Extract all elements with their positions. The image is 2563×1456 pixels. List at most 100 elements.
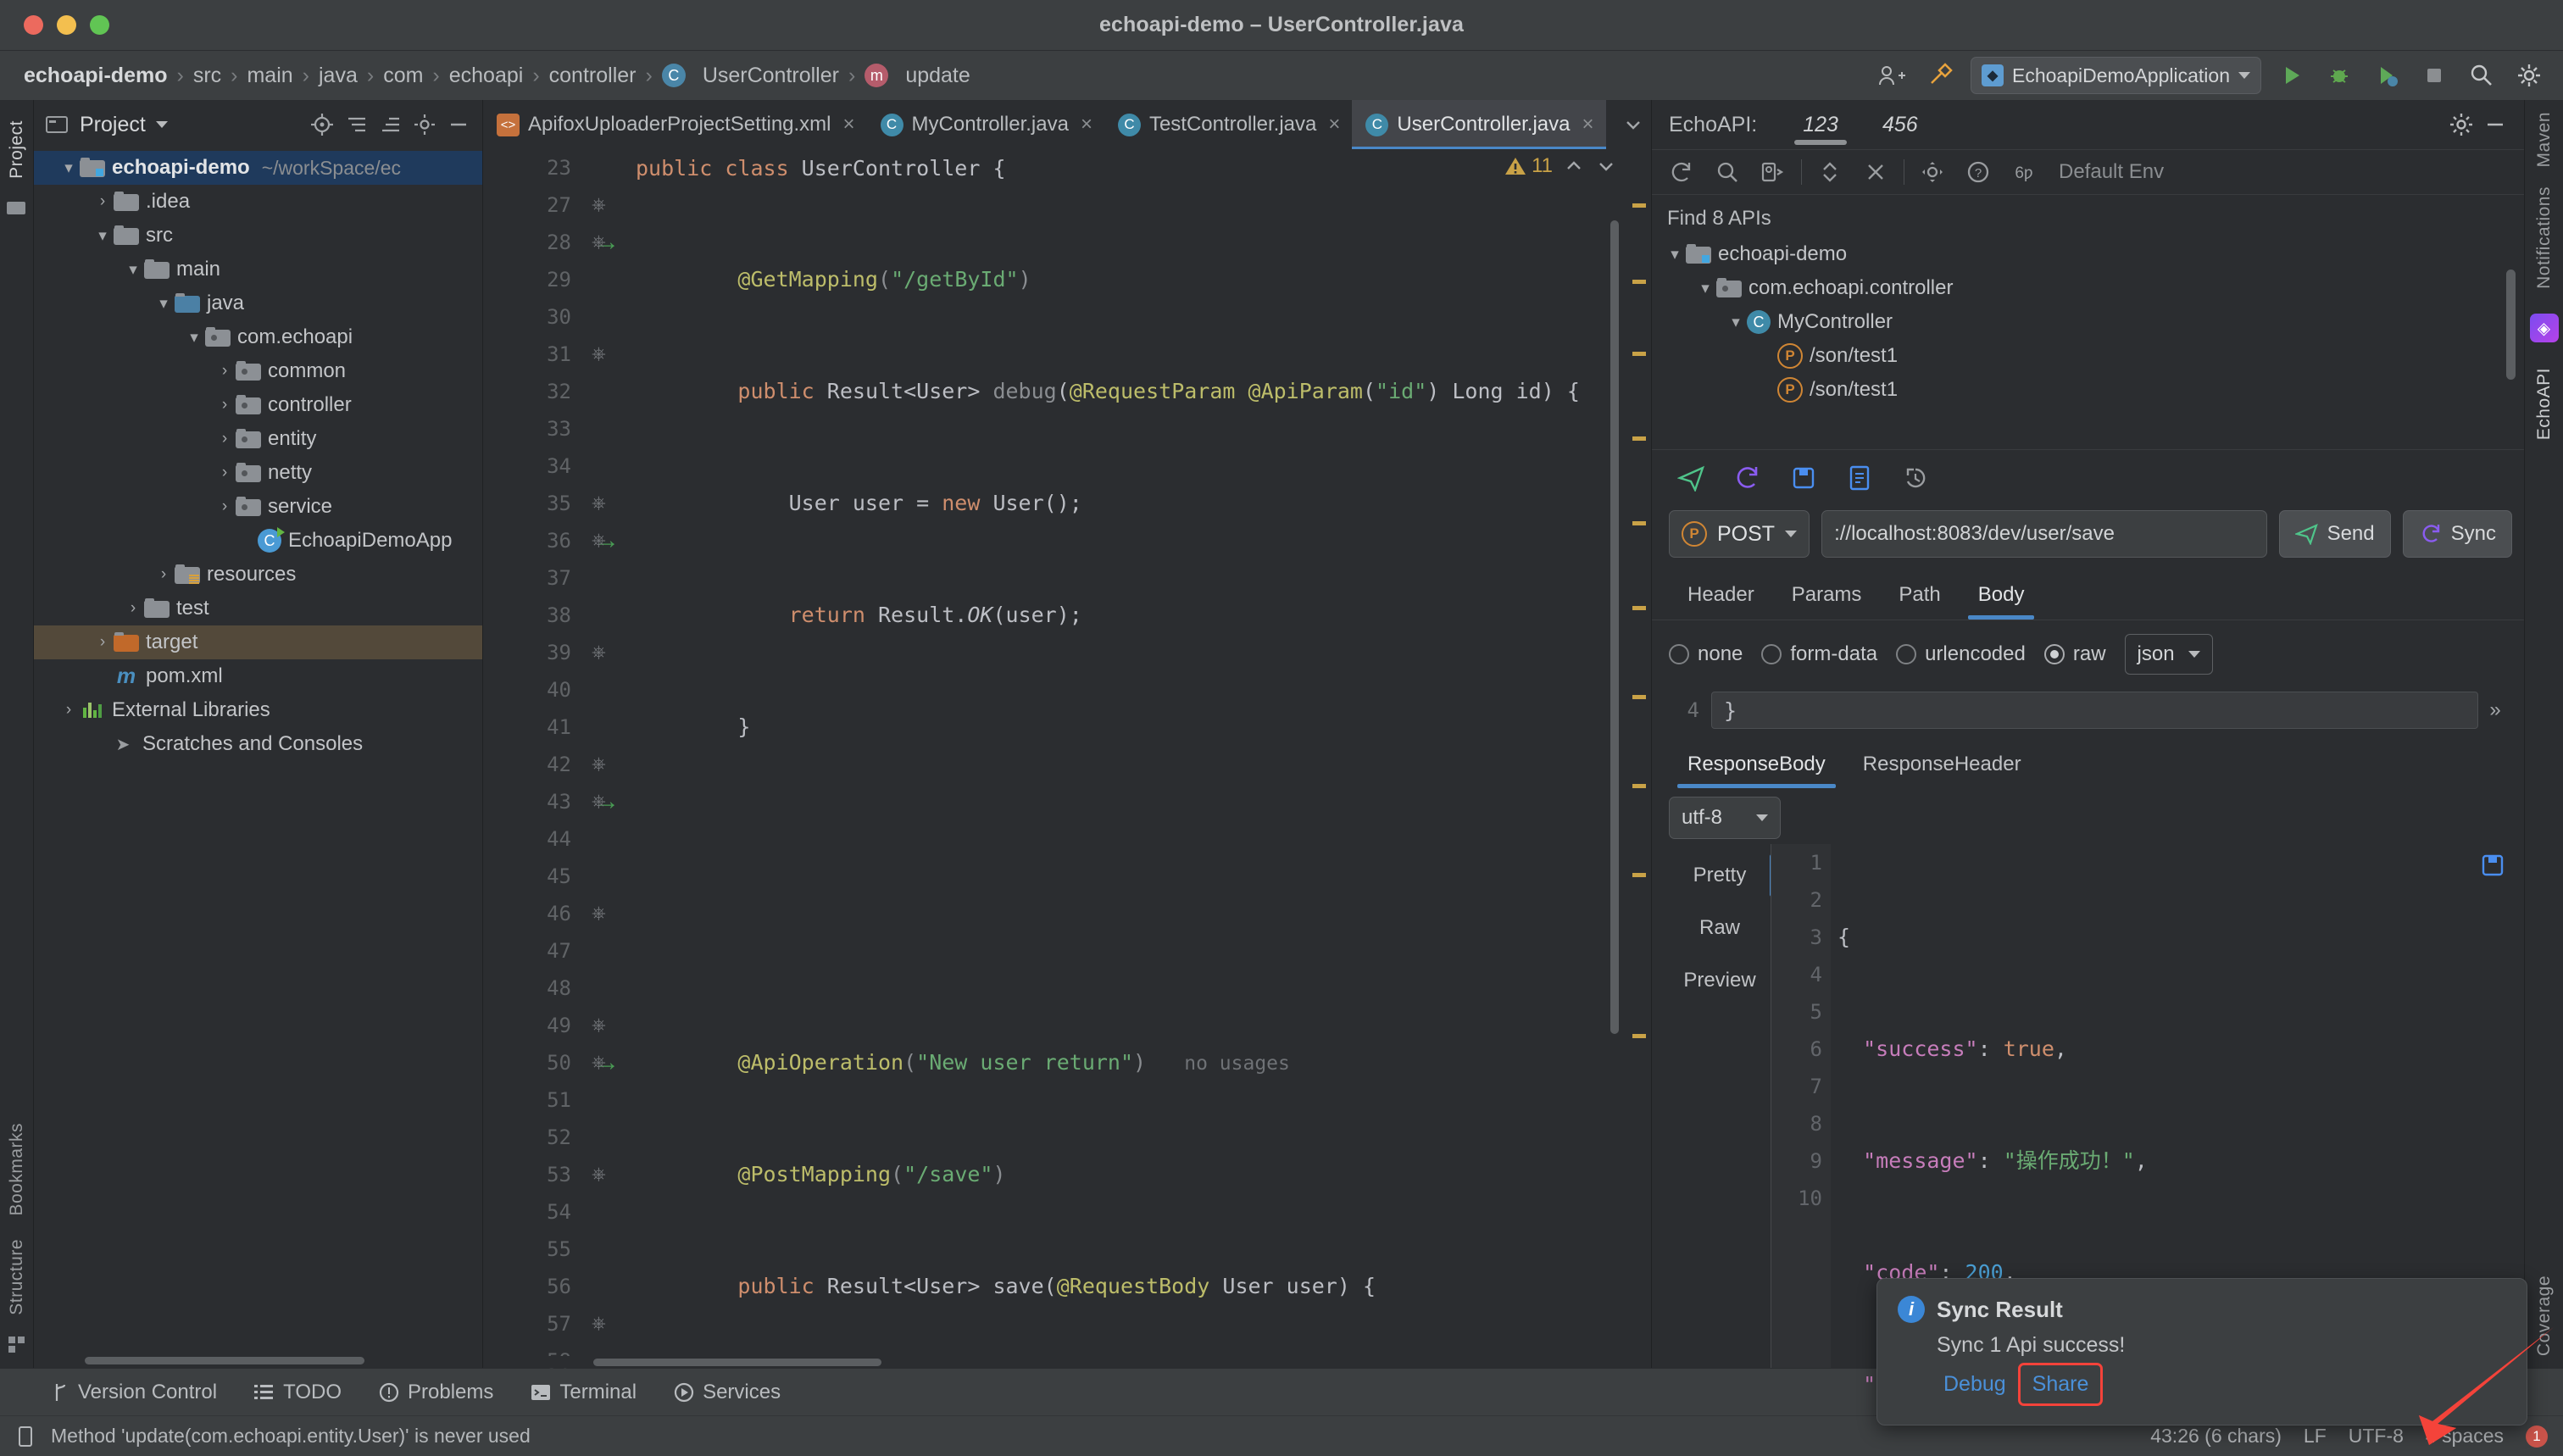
tree-item-main[interactable]: ▾ main [34, 253, 482, 286]
tab-response-header[interactable]: ResponseHeader [1844, 741, 2040, 788]
debug-icon[interactable] [2322, 58, 2356, 92]
fold-marker-icon[interactable]: ⎈ [592, 746, 606, 783]
settings-icon[interactable] [1910, 149, 1955, 195]
expand-collapse-icon[interactable] [1807, 149, 1853, 195]
search-icon[interactable] [1704, 149, 1750, 195]
close-icon[interactable]: × [843, 113, 855, 136]
fold-marker-icon[interactable]: ⎈ [592, 634, 606, 671]
sync-button[interactable]: Sync [2402, 510, 2512, 558]
fold-marker-icon[interactable]: ⎈ [592, 485, 606, 522]
sync-icon[interactable] [1720, 450, 1776, 506]
bottom-item-version-control[interactable]: Version Control [34, 1381, 236, 1404]
fold-marker-icon[interactable]: ⎈ [592, 1044, 606, 1081]
url-input[interactable]: ://localhost:8083/dev/user/save [1821, 510, 2267, 558]
tree-item-target[interactable]: › target [34, 625, 482, 659]
radio-urlencoded[interactable]: urlencoded [1896, 642, 2026, 666]
api-tree-item-class[interactable]: ▾ C MyController [1652, 305, 2524, 339]
gear-icon[interactable] [2512, 58, 2546, 92]
fold-marker-icon[interactable]: ⎈ [592, 1156, 606, 1193]
echoapi-api-tree[interactable]: ▾ echoapi-demo ▾ com.echoapi.controller … [1652, 237, 2524, 449]
refresh-icon[interactable] [1659, 149, 1704, 195]
code-editor[interactable]: 27 28 29 30 31 32 33 34 35 36 37 38 39 4… [483, 186, 1651, 1375]
editor-gutter-marks[interactable]: → → → → → ⎈ ⎈ ⎈ ⎈ ⎈ ⎈ ⎈ ⎈ ⎈ ⎈ ⎈ ⎈ [585, 186, 636, 1375]
view-mode-raw[interactable]: Raw [1669, 902, 1771, 954]
send-button[interactable]: Send [2278, 510, 2391, 558]
chevron-right-icon[interactable]: › [214, 464, 236, 482]
grid-icon[interactable] [8, 1336, 26, 1354]
fold-marker-icon[interactable]: ⎈ [592, 1007, 606, 1044]
fold-marker-icon[interactable]: ⎈ [592, 224, 606, 261]
breadcrumb-item-com[interactable]: com [378, 64, 428, 88]
api-tree-item-package[interactable]: ▾ com.echoapi.controller [1652, 271, 2524, 305]
echoapi-tab-123[interactable]: 123 [1781, 100, 1860, 149]
project-tree[interactable]: ▾ echoapi-demo ~/workSpace/ec › .idea ▾ … [34, 149, 482, 1354]
breadcrumb-item-class[interactable]: UserController [698, 64, 844, 88]
tool-window-bookmarks[interactable]: Bookmarks [7, 1111, 27, 1228]
doc-icon[interactable] [1832, 450, 1888, 506]
stop-icon[interactable] [2417, 58, 2451, 92]
tab-test-controller[interactable]: C TestController.java × [1104, 100, 1352, 149]
chevron-down-icon[interactable] [155, 121, 168, 128]
breadcrumb-item-project[interactable]: echoapi-demo [19, 64, 172, 88]
tree-item-com-echoapi[interactable]: ▾ com.echoapi [34, 320, 482, 354]
tool-window-structure[interactable]: Structure [7, 1227, 27, 1327]
tree-item-resources[interactable]: › resources [34, 558, 482, 592]
chevron-right-icon[interactable]: › [58, 701, 80, 720]
raw-format-selector[interactable]: json [2124, 634, 2213, 675]
view-mode-pretty[interactable]: Pretty [1669, 849, 1774, 902]
radio-form-data[interactable]: form-data [1761, 642, 1877, 666]
chevron-down-icon[interactable]: ▾ [122, 260, 144, 280]
bottom-item-terminal[interactable]: Terminal [512, 1381, 655, 1404]
tool-window-notifications[interactable]: Notifications [2534, 175, 2555, 301]
breadcrumb-item-echoapi[interactable]: echoapi [444, 64, 529, 88]
collapse-all-icon[interactable] [1853, 149, 1899, 195]
warning-count-badge[interactable]: 11 [1504, 154, 1553, 178]
hide-panel-icon[interactable] [447, 113, 470, 136]
tab-params[interactable]: Params [1773, 570, 1881, 620]
tab-user-controller[interactable]: C UserController.java × [1352, 100, 1606, 149]
fold-marker-icon[interactable]: ⎈ [592, 783, 606, 820]
switch-user-icon[interactable] [1750, 149, 1796, 195]
code-text[interactable]: @GetMapping("/getById") public Result<Us… [636, 186, 1651, 1356]
tab-response-body[interactable]: ResponseBody [1669, 741, 1844, 788]
locate-icon[interactable] [309, 112, 335, 137]
breadcrumb-item-src[interactable]: src [188, 64, 226, 88]
chevron-right-icon[interactable]: › [92, 192, 114, 211]
chevron-right-icon[interactable]: › [214, 396, 236, 414]
tab-my-controller[interactable]: C MyController.java × [867, 100, 1104, 149]
api-tree-scrollbar[interactable] [2506, 270, 2516, 380]
debug-link[interactable]: Debug [1937, 1369, 2013, 1400]
tree-item-entity[interactable]: › entity [34, 422, 482, 456]
chevron-down-icon[interactable]: ▾ [92, 226, 114, 246]
breadcrumb-item-method[interactable]: update [900, 64, 975, 88]
fold-marker-icon[interactable]: ⎈ [592, 895, 606, 932]
encoding-selector[interactable]: utf-8 [1669, 797, 1782, 839]
search-icon[interactable] [2465, 58, 2499, 92]
error-count-badge[interactable]: 1 [2526, 1425, 2548, 1448]
close-icon[interactable]: × [1081, 113, 1092, 136]
tree-item-java[interactable]: ▾ java [34, 286, 482, 320]
expand-body-icon[interactable]: » [2478, 698, 2512, 722]
user-settings-icon[interactable] [1876, 58, 1910, 92]
tree-item-service[interactable]: › service [34, 490, 482, 524]
tab-apifox-uploader-xml[interactable]: <> ApifoxUploaderProjectSetting.xml × [483, 100, 867, 149]
api-tree-item-endpoint[interactable]: P /son/test1 [1652, 373, 2524, 407]
history-icon[interactable] [1888, 450, 1943, 506]
tree-item-idea[interactable]: › .idea [34, 185, 482, 219]
radio-raw[interactable]: raw [2043, 642, 2106, 666]
editor-error-stripe[interactable] [1627, 186, 1651, 1356]
save-response-icon[interactable] [2480, 853, 2505, 878]
next-problem-icon[interactable] [1595, 155, 1617, 177]
radio-none[interactable]: none [1669, 642, 1743, 666]
tree-item-echoapi-demo[interactable]: ▾ echoapi-demo ~/workSpace/ec [34, 151, 482, 185]
breadcrumb-item-java[interactable]: java [314, 64, 363, 88]
save-icon[interactable] [1776, 450, 1832, 506]
chevron-right-icon[interactable]: › [214, 362, 236, 381]
hammer-icon[interactable] [1923, 58, 1957, 92]
echoapi-logo-icon[interactable]: ◈ [2529, 314, 2559, 343]
tree-item-test[interactable]: › test [34, 592, 482, 625]
chevron-down-icon[interactable]: ▾ [1664, 245, 1686, 264]
editor-vscrollbar[interactable] [1610, 220, 1619, 1034]
api-tree-item-endpoint[interactable]: P /son/test1 [1652, 339, 2524, 373]
chevron-down-icon[interactable]: ▾ [153, 294, 175, 314]
